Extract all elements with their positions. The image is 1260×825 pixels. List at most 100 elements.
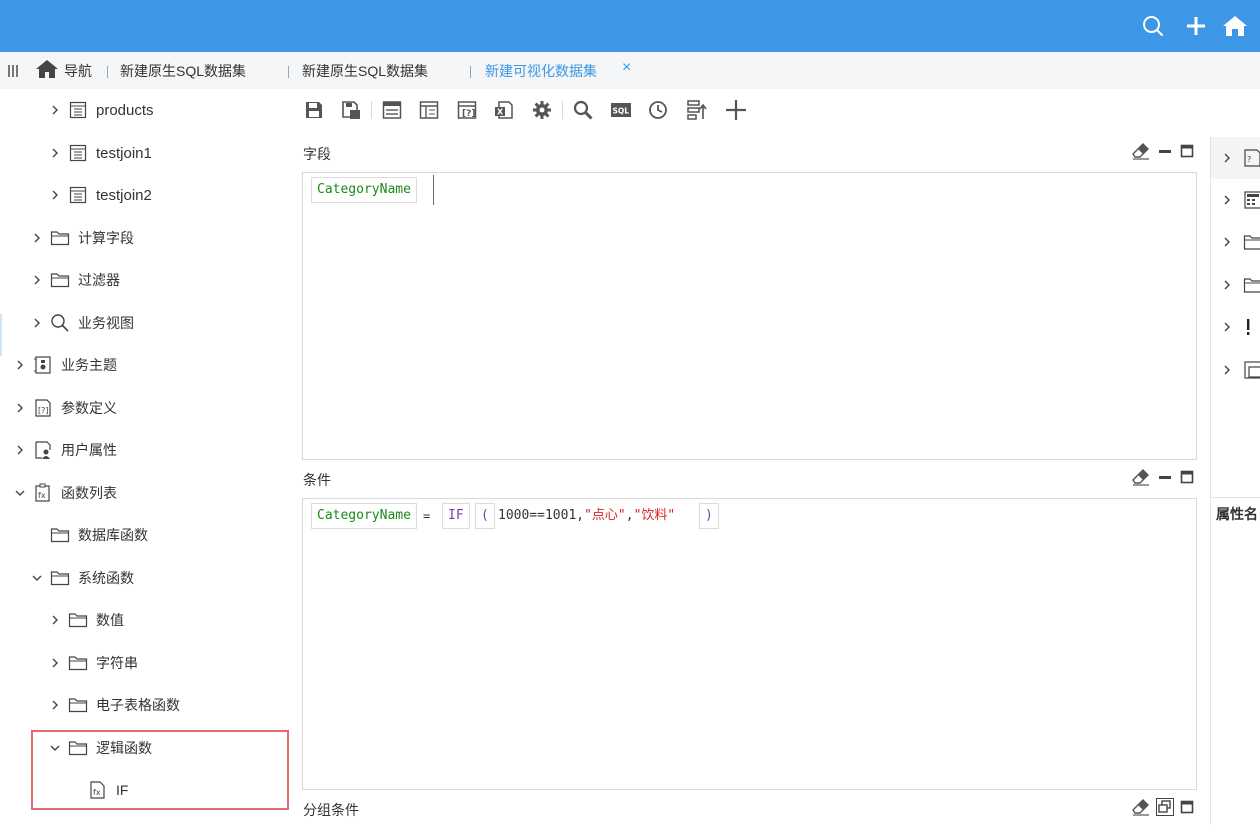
parameter-icon[interactable]: [?] xyxy=(455,98,479,122)
folder-icon xyxy=(1243,233,1260,251)
condition-expr-prefix: 1000==1001, xyxy=(498,508,585,523)
sort-icon[interactable] xyxy=(685,98,709,122)
right-panel-item[interactable]: ? xyxy=(1211,137,1260,179)
tree-item-business-theme[interactable]: 业务主题 xyxy=(13,350,117,380)
column-view-icon[interactable] xyxy=(417,98,441,122)
search-icon[interactable] xyxy=(571,98,595,122)
fields-drop-area[interactable]: CategoryName xyxy=(302,172,1197,460)
tree-item-database-functions[interactable]: 数据库函数 xyxy=(50,520,148,550)
tree-item-function-list[interactable]: fx 函数列表 xyxy=(13,478,117,508)
chevron-right-icon[interactable] xyxy=(30,231,44,245)
right-panel-item[interactable] xyxy=(1211,349,1260,391)
chevron-right-icon[interactable] xyxy=(1223,153,1235,163)
group-section-tools xyxy=(1132,798,1198,816)
tab-separator xyxy=(288,66,289,78)
tree-item-string[interactable]: 字符串 xyxy=(48,648,138,678)
condition-function-chip[interactable]: IF xyxy=(442,503,470,529)
tree-item-calculated-fields[interactable]: 计算字段 xyxy=(30,223,134,253)
condition-expression-area[interactable]: CategoryName = IF ( 1000==1001,"点心","饮料"… xyxy=(302,498,1197,790)
toolbar-separator xyxy=(562,101,563,119)
condition-arguments[interactable]: 1000==1001,"点心","饮料" xyxy=(498,504,675,528)
tree-item-label: 参数定义 xyxy=(61,400,117,416)
chevron-right-icon[interactable] xyxy=(48,698,62,712)
tree-item-label: 过滤器 xyxy=(78,272,120,288)
add-icon[interactable] xyxy=(724,98,748,122)
restore-icon[interactable] xyxy=(1156,798,1174,816)
tree-item-business-view[interactable]: 业务视图 xyxy=(30,308,134,338)
eraser-icon[interactable] xyxy=(1132,142,1150,160)
tree-item-testjoin2[interactable]: testjoin2 xyxy=(48,180,152,210)
chevron-right-icon[interactable] xyxy=(1223,365,1235,375)
folder-icon xyxy=(1243,276,1260,294)
excel-icon[interactable]: X xyxy=(492,98,516,122)
tree-item-label: 计算字段 xyxy=(78,230,134,246)
chevron-right-icon[interactable] xyxy=(48,188,62,202)
chevron-right-icon[interactable] xyxy=(1223,280,1235,290)
sql-icon[interactable]: SQL xyxy=(609,98,633,122)
condition-section-tools xyxy=(1132,468,1198,486)
tree-item-label: testjoin1 xyxy=(96,144,152,162)
minimize-icon[interactable] xyxy=(1156,142,1174,160)
maximize-icon[interactable] xyxy=(1178,142,1196,160)
field-chip-categoryname[interactable]: CategoryName xyxy=(311,177,417,203)
tree-item-filters[interactable]: 过滤器 xyxy=(30,265,120,295)
maximize-icon[interactable] xyxy=(1178,468,1196,486)
chevron-right-icon[interactable] xyxy=(13,358,27,372)
right-panel-item[interactable] xyxy=(1211,221,1260,263)
group-section-title: 分组条件 xyxy=(303,802,359,818)
tree-item-label: 电子表格函数 xyxy=(96,697,180,713)
maximize-icon[interactable] xyxy=(1178,798,1196,816)
tab-native-sql-1[interactable]: 新建原生SQL数据集 xyxy=(120,61,246,81)
tree-item-testjoin1[interactable]: testjoin1 xyxy=(48,138,152,168)
tree-item-parameter-definition[interactable]: [?] 参数定义 xyxy=(13,393,117,423)
condition-close-paren[interactable]: ) xyxy=(699,503,719,529)
chevron-right-icon[interactable] xyxy=(13,401,27,415)
condition-open-paren[interactable]: ( xyxy=(475,503,495,529)
eraser-icon[interactable] xyxy=(1132,468,1150,486)
tab-close-icon[interactable]: × xyxy=(622,59,631,77)
chevron-right-icon[interactable] xyxy=(48,103,62,117)
tree-guide-line xyxy=(0,314,2,356)
add-icon[interactable] xyxy=(1184,14,1208,38)
chevron-right-icon[interactable] xyxy=(1223,237,1235,247)
save-as-icon[interactable] xyxy=(339,98,363,122)
chevron-right-icon[interactable] xyxy=(48,613,62,627)
right-panel-item[interactable] xyxy=(1211,306,1260,348)
condition-field-chip[interactable]: CategoryName xyxy=(311,503,417,529)
right-panel-item[interactable] xyxy=(1211,179,1260,221)
history-icon[interactable] xyxy=(646,98,670,122)
tree-item-spreadsheet-functions[interactable]: 电子表格函数 xyxy=(48,690,180,720)
fields-section-tools xyxy=(1132,142,1198,160)
chevron-right-icon[interactable] xyxy=(13,443,27,457)
folder-icon xyxy=(68,654,88,672)
tree-item-system-functions[interactable]: 系统函数 xyxy=(30,563,134,593)
chevron-right-icon[interactable] xyxy=(48,656,62,670)
tree-item-user-attributes[interactable]: 用户属性 xyxy=(13,435,117,465)
chevron-right-icon[interactable] xyxy=(48,146,62,160)
settings-icon[interactable] xyxy=(530,98,554,122)
tab-separator xyxy=(470,66,471,78)
property-name-header: 属性名 xyxy=(1211,497,1260,525)
tab-visual-dataset[interactable]: 新建可视化数据集 xyxy=(485,61,597,81)
search-icon[interactable] xyxy=(1141,14,1165,38)
tree-item-numeric[interactable]: 数值 xyxy=(48,605,124,635)
table-view-icon[interactable] xyxy=(380,98,404,122)
chevron-down-icon[interactable] xyxy=(13,486,27,500)
home-icon[interactable] xyxy=(1222,14,1247,38)
tab-navigation[interactable]: 导航 xyxy=(64,61,92,81)
calculator-icon xyxy=(1243,191,1260,209)
eraser-icon[interactable] xyxy=(1132,798,1150,816)
tree-item-label: testjoin2 xyxy=(96,186,152,204)
chevron-right-icon[interactable] xyxy=(30,273,44,287)
menu-icon[interactable] xyxy=(8,64,18,80)
chevron-right-icon[interactable] xyxy=(1223,195,1235,205)
right-panel-item[interactable] xyxy=(1211,264,1260,306)
tab-native-sql-2[interactable]: 新建原生SQL数据集 xyxy=(302,61,428,81)
tree-item-products[interactable]: products xyxy=(48,95,154,125)
home-icon[interactable] xyxy=(36,59,58,82)
chevron-down-icon[interactable] xyxy=(30,571,44,585)
minimize-icon[interactable] xyxy=(1156,468,1174,486)
chevron-right-icon[interactable] xyxy=(1223,322,1235,332)
save-icon[interactable] xyxy=(302,98,326,122)
chevron-right-icon[interactable] xyxy=(30,316,44,330)
